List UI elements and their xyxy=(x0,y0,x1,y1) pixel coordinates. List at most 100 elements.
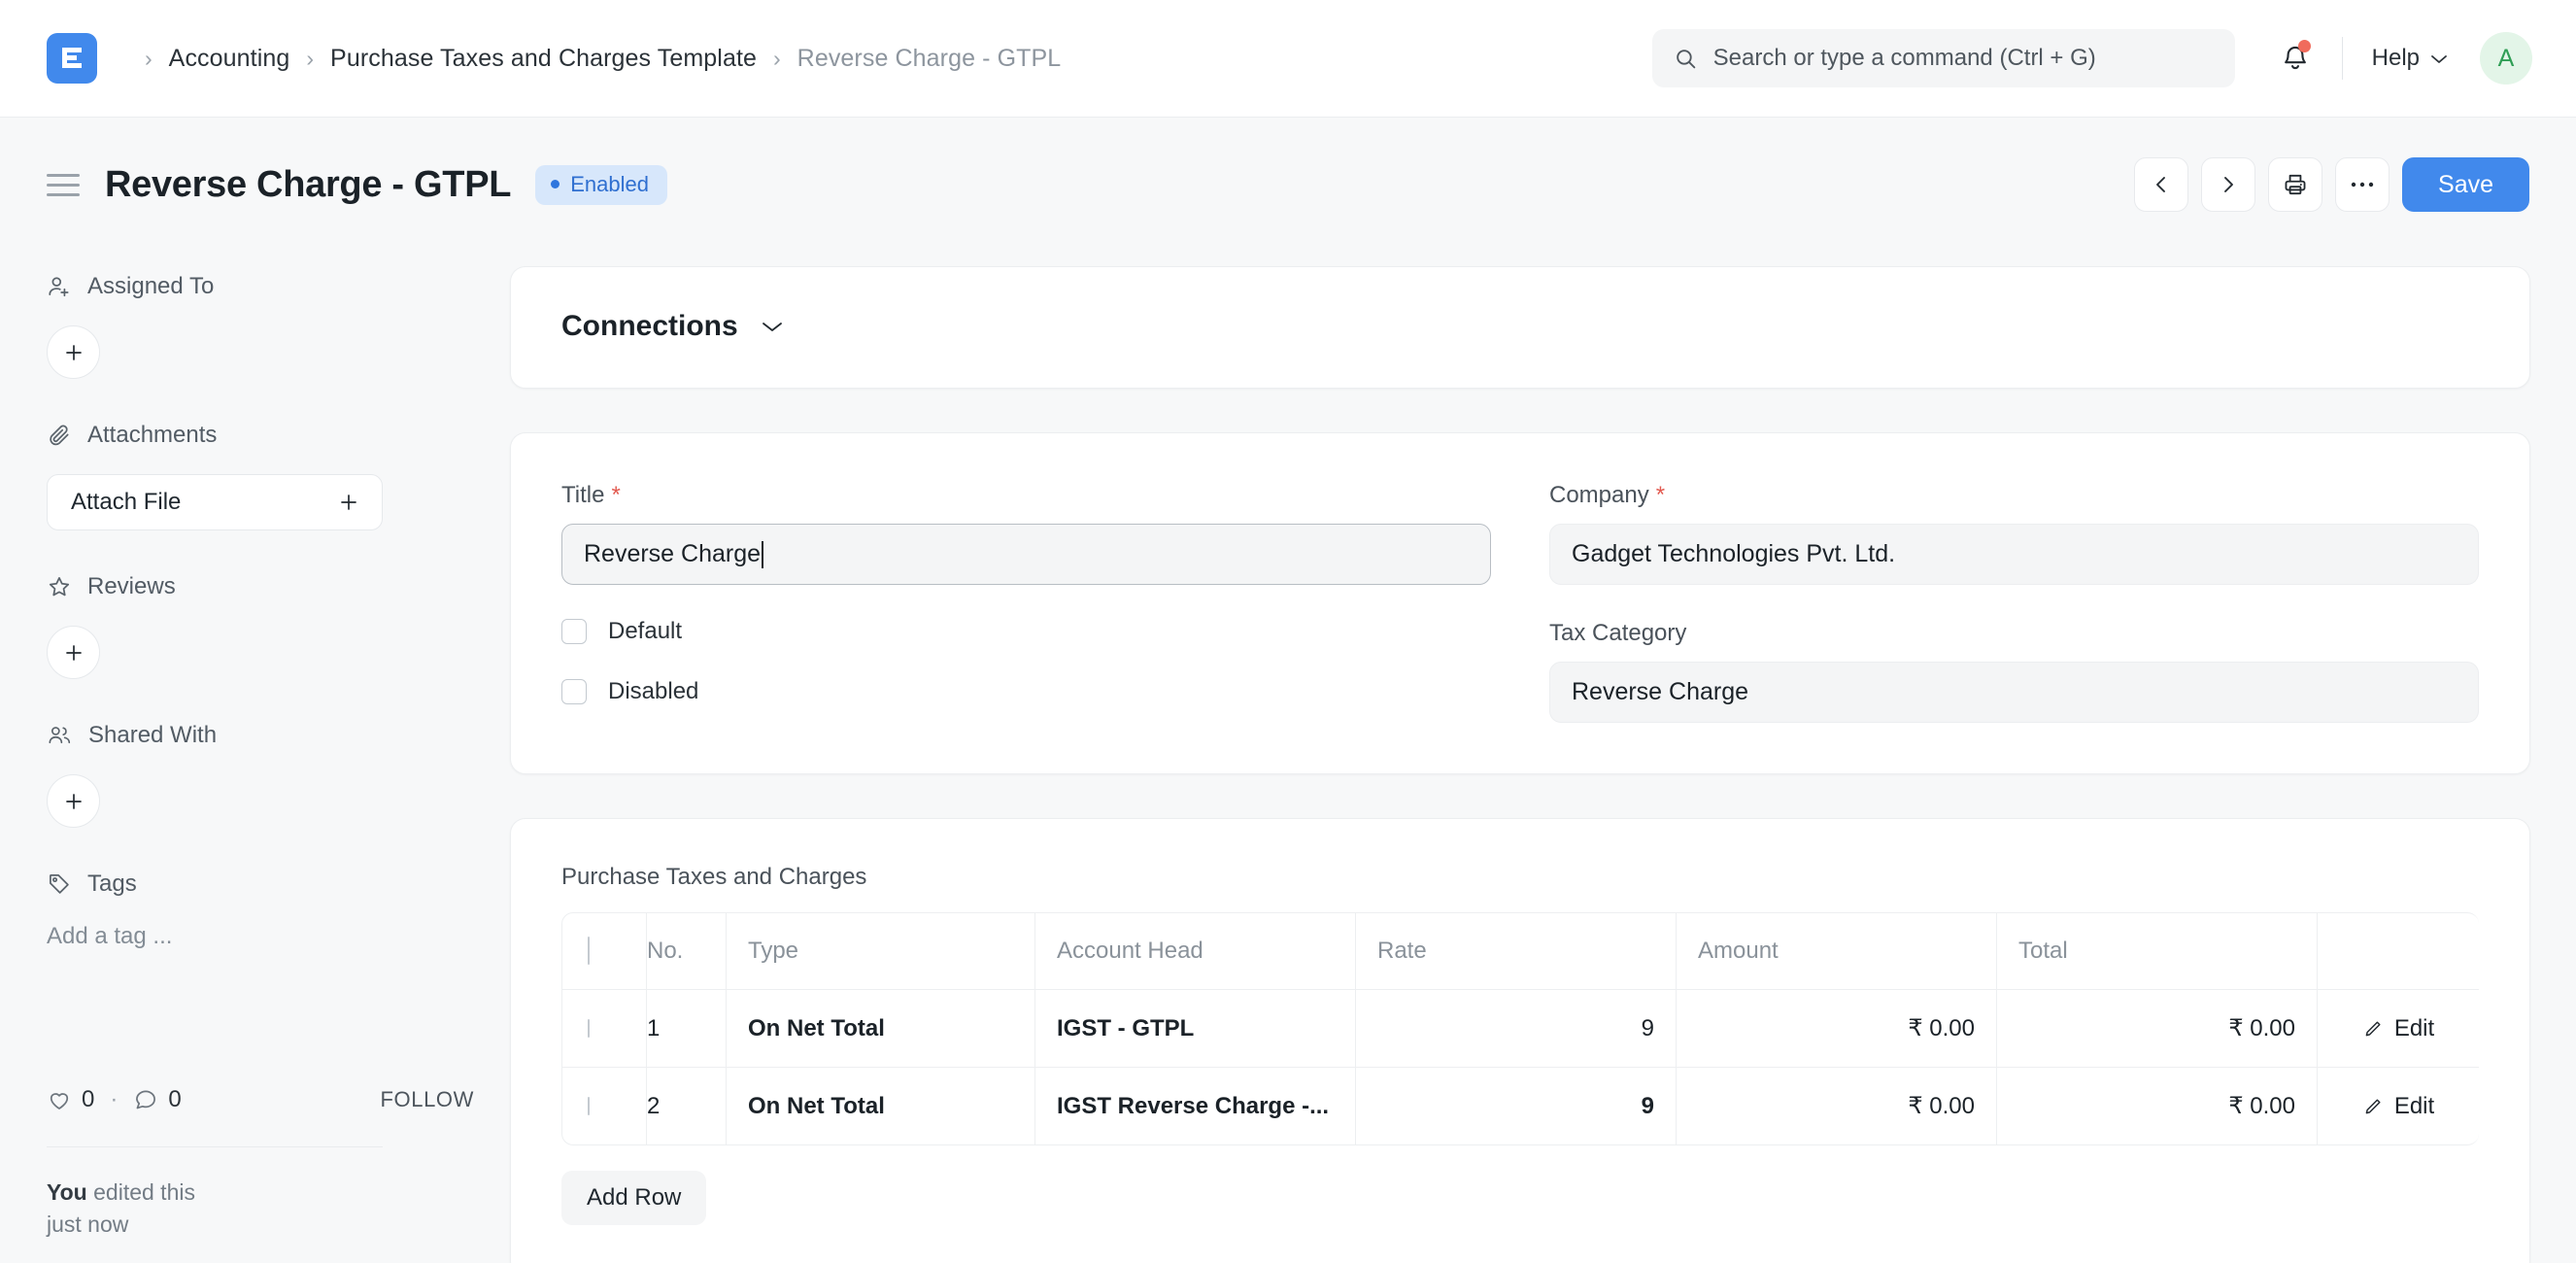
taxes-table-card: Purchase Taxes and Charges No. Type Acco… xyxy=(510,818,2530,1263)
printer-icon xyxy=(2283,172,2308,197)
column-header-type[interactable]: Type xyxy=(727,912,1035,990)
row-edit-cell[interactable]: Edit xyxy=(2318,1068,2479,1145)
help-menu[interactable]: Help xyxy=(2358,45,2462,72)
row-rate[interactable]: 9 xyxy=(1356,1068,1677,1145)
edit-button[interactable]: Edit xyxy=(2339,1093,2457,1120)
column-header-amount[interactable]: Amount xyxy=(1677,912,1997,990)
row-select-cell xyxy=(561,1068,647,1145)
column-header-total[interactable]: Total xyxy=(1997,912,2318,990)
column-header-account[interactable]: Account Head xyxy=(1035,912,1356,990)
hamburger-icon[interactable] xyxy=(47,173,80,196)
column-header-no[interactable]: No. xyxy=(647,912,727,990)
chevron-left-icon xyxy=(2151,174,2172,195)
column-header-rate[interactable]: Rate xyxy=(1356,912,1677,990)
company-label-text: Company xyxy=(1549,482,1649,508)
row-type[interactable]: On Net Total xyxy=(727,1068,1035,1145)
search-icon xyxy=(1674,47,1698,71)
star-icon xyxy=(47,574,72,599)
taxes-grid-body: 1 On Net Total IGST - GTPL 9 ₹ 0.00 ₹ 0.… xyxy=(561,990,2479,1145)
row-type[interactable]: On Net Total xyxy=(727,990,1035,1068)
title-field-label: Title * xyxy=(561,482,1491,509)
select-all-checkbox[interactable] xyxy=(588,937,590,965)
attach-file-button[interactable]: Attach File xyxy=(47,474,383,530)
table-header-row: No. Type Account Head Rate Amount Total xyxy=(561,912,2479,990)
ellipsis-icon xyxy=(2350,181,2375,188)
users-icon xyxy=(47,723,73,748)
assigned-to-header: Assigned To xyxy=(47,273,474,300)
tags-label: Tags xyxy=(87,870,137,897)
save-button[interactable]: Save xyxy=(2402,157,2529,212)
heart-icon[interactable] xyxy=(47,1087,72,1112)
shared-with-label: Shared With xyxy=(88,722,218,748)
edit-button[interactable]: Edit xyxy=(2339,1015,2457,1042)
row-no: 2 xyxy=(647,1068,727,1145)
activity-time: just now xyxy=(47,1212,129,1238)
add-row-button[interactable]: Add Row xyxy=(561,1171,707,1225)
taxes-grid: No. Type Account Head Rate Amount Total xyxy=(561,912,2479,1145)
notifications-button[interactable] xyxy=(2264,31,2326,85)
breadcrumb: › Accounting › Purchase Taxes and Charge… xyxy=(128,45,1061,73)
text-cursor xyxy=(762,540,764,568)
disabled-checkbox[interactable] xyxy=(561,679,587,704)
notification-badge-dot xyxy=(2297,40,2311,52)
row-total[interactable]: ₹ 0.00 xyxy=(1997,990,2318,1068)
breadcrumb-separator: › xyxy=(773,45,781,71)
help-label: Help xyxy=(2371,45,2420,71)
table-row[interactable]: 1 On Net Total IGST - GTPL 9 ₹ 0.00 ₹ 0.… xyxy=(561,990,2479,1068)
navbar: › Accounting › Purchase Taxes and Charge… xyxy=(0,0,2576,118)
tax-category-input[interactable]: Reverse Charge xyxy=(1549,662,2479,723)
avatar[interactable]: A xyxy=(2480,32,2532,85)
comment-icon[interactable] xyxy=(133,1087,158,1112)
add-review-button[interactable] xyxy=(47,626,100,679)
add-share-button[interactable] xyxy=(47,774,100,828)
more-options-button[interactable] xyxy=(2335,157,2390,212)
tax-category-field-label: Tax Category xyxy=(1549,620,2479,647)
comment-count: 0 xyxy=(168,1086,182,1112)
row-total[interactable]: ₹ 0.00 xyxy=(1997,1068,2318,1145)
page-header: Reverse Charge - GTPL Enabled Save xyxy=(0,118,2576,215)
row-account-head-text: IGST - GTPL xyxy=(1057,1014,1195,1041)
default-checkbox[interactable] xyxy=(561,619,587,644)
row-account-head[interactable]: IGST Reverse Charge -... xyxy=(1035,1068,1356,1145)
column-header-actions xyxy=(2318,912,2479,990)
company-input[interactable]: Gadget Technologies Pvt. Ltd. xyxy=(1549,524,2479,585)
print-button[interactable] xyxy=(2268,157,2323,212)
required-marker: * xyxy=(1655,482,1666,508)
plus-icon xyxy=(65,644,82,661)
disabled-checkbox-label: Disabled xyxy=(608,678,699,704)
assigned-to-label: Assigned To xyxy=(87,273,215,299)
connections-title: Connections xyxy=(561,310,738,342)
tax-category-label-text: Tax Category xyxy=(1549,620,1687,646)
plus-icon xyxy=(337,491,360,514)
search-input[interactable]: Search or type a command (Ctrl + G) xyxy=(1651,29,2235,87)
row-account-head[interactable]: IGST - GTPL xyxy=(1035,990,1356,1068)
breadcrumb-item-accounting[interactable]: Accounting xyxy=(169,45,290,73)
attachments-header: Attachments xyxy=(47,422,474,449)
add-tag-input[interactable]: Add a tag ... xyxy=(47,923,474,950)
row-amount[interactable]: ₹ 0.00 xyxy=(1677,1068,1997,1145)
row-checkbox[interactable] xyxy=(588,1096,590,1115)
row-amount[interactable]: ₹ 0.00 xyxy=(1677,990,1997,1068)
next-button[interactable] xyxy=(2201,157,2256,212)
form-column-right: Company * Gadget Technologies Pvt. Ltd. … xyxy=(1549,482,2479,723)
follow-button[interactable]: FOLLOW xyxy=(381,1087,475,1112)
navbar-divider xyxy=(2341,37,2343,80)
disabled-checkbox-row[interactable]: Disabled xyxy=(561,678,1491,705)
chevron-down-icon xyxy=(2429,52,2449,65)
table-row[interactable]: 2 On Net Total IGST Reverse Charge -... … xyxy=(561,1068,2479,1145)
count-separator: · xyxy=(110,1086,119,1112)
field-spacer xyxy=(1549,585,2479,620)
title-input[interactable]: Reverse Charge xyxy=(561,524,1491,585)
row-edit-cell[interactable]: Edit xyxy=(2318,990,2479,1068)
row-checkbox[interactable] xyxy=(588,1018,590,1038)
pencil-icon xyxy=(2362,1096,2384,1117)
row-rate[interactable]: 9 xyxy=(1356,990,1677,1068)
prev-button[interactable] xyxy=(2134,157,2189,212)
avatar-initial: A xyxy=(2497,44,2515,72)
breadcrumb-item-template[interactable]: Purchase Taxes and Charges Template xyxy=(330,45,757,73)
last-activity: You edited this just now xyxy=(47,1177,474,1242)
connections-toggle[interactable]: Connections xyxy=(561,310,2479,343)
add-assignment-button[interactable] xyxy=(47,325,100,379)
app-logo-icon[interactable] xyxy=(47,33,97,84)
default-checkbox-row[interactable]: Default xyxy=(561,618,1491,645)
